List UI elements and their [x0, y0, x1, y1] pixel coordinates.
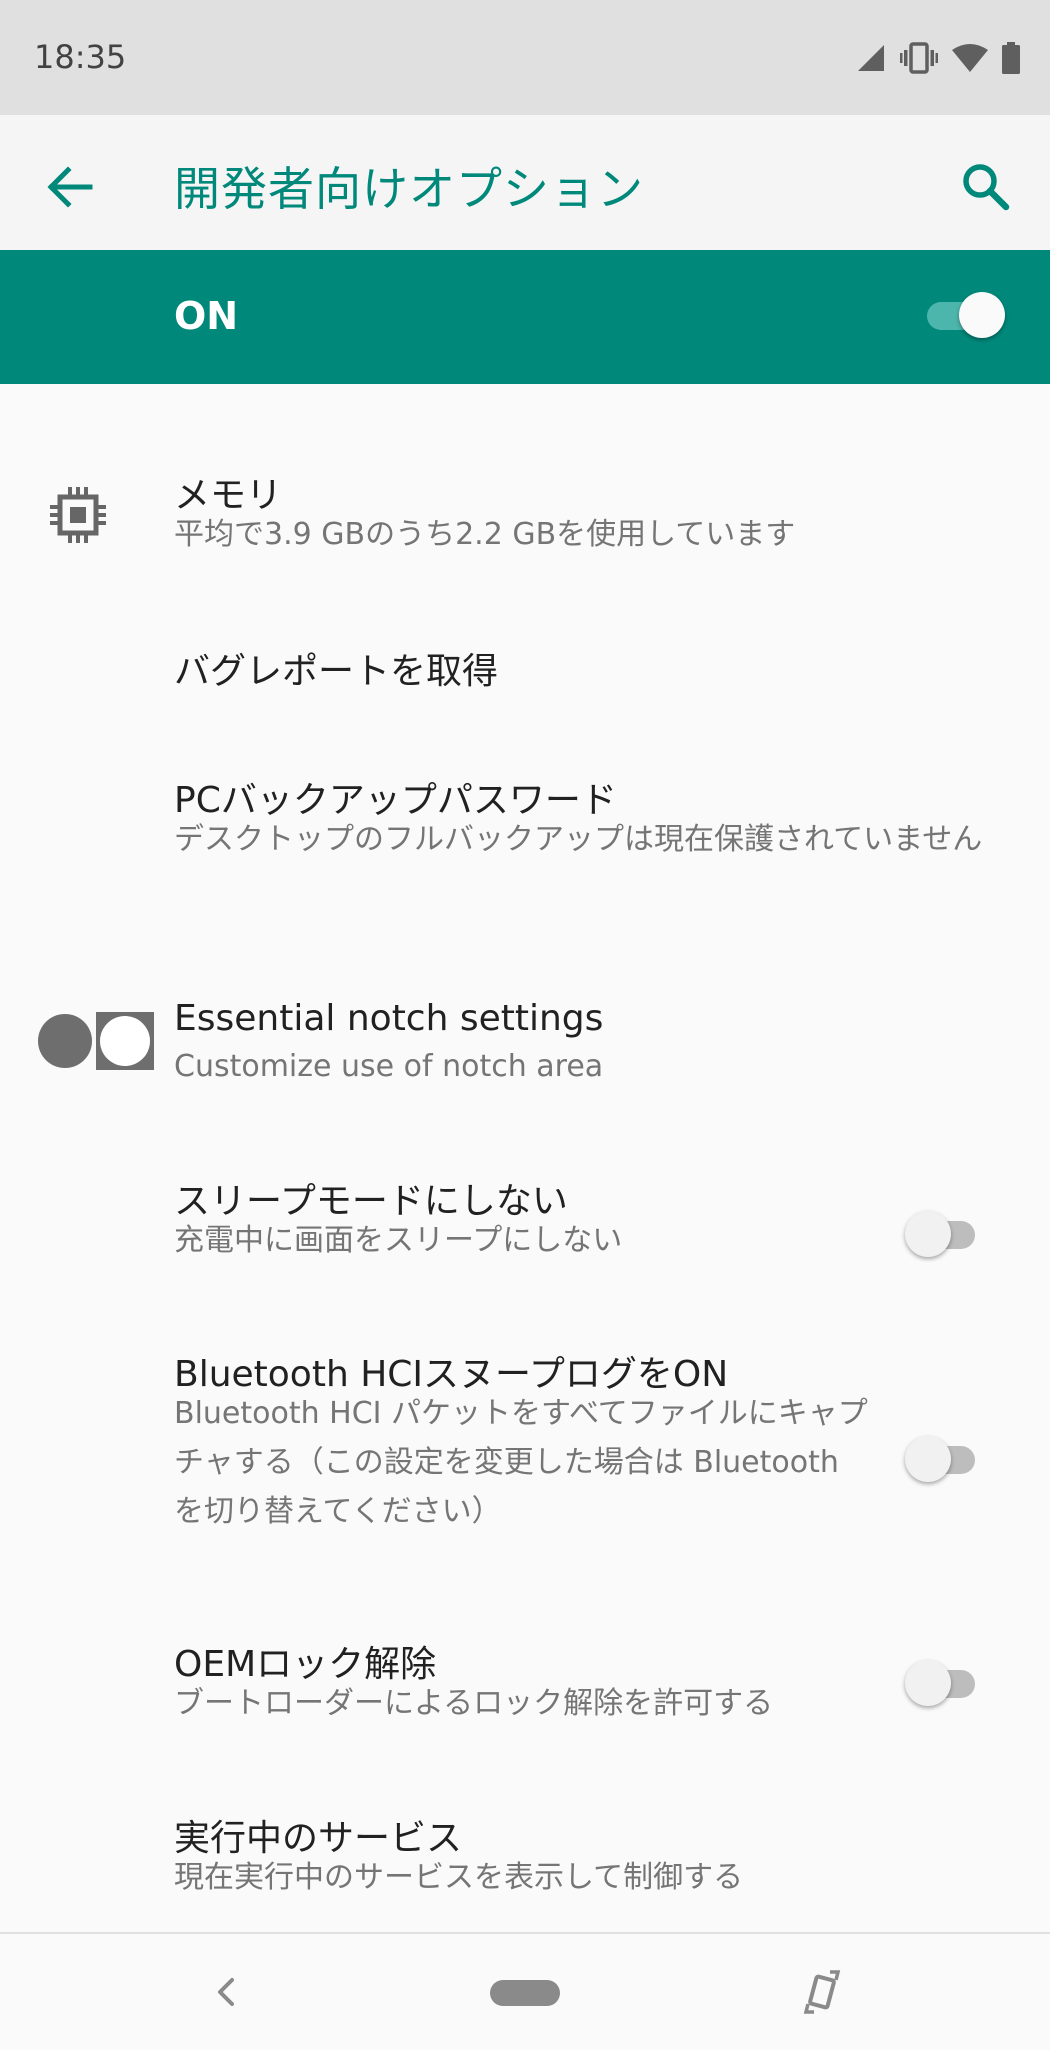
navigation-bar: [0, 1932, 1050, 2050]
vibrate-icon: [900, 42, 938, 74]
cell-signal-icon: [858, 45, 884, 71]
oem-unlock-item[interactable]: OEMロック解除 ブートローダーによるロック解除を許可する: [0, 1535, 1050, 1721]
battery-icon: [1002, 42, 1020, 74]
item-summary: 現在実行中のサービスを表示して制御する: [174, 1860, 744, 1895]
search-button[interactable]: [954, 155, 1018, 219]
item-summary: 平均で3.9 GBのうち2.2 GBを使用しています: [174, 517, 796, 552]
notch-icon: [38, 1012, 154, 1070]
master-switch-label: ON: [174, 294, 239, 338]
search-icon: [963, 164, 1010, 211]
master-switch-toggle[interactable]: [925, 288, 1005, 344]
item-summary: デスクトップのフルバックアップは現在保護されていません: [174, 822, 983, 857]
switch-thumb: [905, 1436, 951, 1482]
nav-back-icon: [218, 1978, 234, 2006]
running-services-item[interactable]: 実行中のサービス 現在実行中のサービスを表示して制御する: [0, 1709, 1050, 1895]
rotate-screen-icon: [803, 1970, 841, 2014]
page-title: 開発者向けオプション: [174, 162, 644, 216]
back-button[interactable]: [38, 155, 102, 219]
nav-home-pill-icon[interactable]: [490, 1980, 560, 2006]
status-icons: [856, 40, 1020, 76]
status-bar: 18:35: [0, 0, 1050, 115]
status-time: 18:35: [34, 38, 127, 76]
item-title: Essential notch settings: [174, 998, 604, 1039]
arrow-back-icon: [47, 166, 93, 208]
memory-chip-icon: [50, 487, 106, 543]
master-switch-thumb: [959, 292, 1005, 338]
item-summary: Bluetooth HCI パケットをすべてファイルにキャプチャする（この設定を…: [174, 1396, 868, 1529]
wifi-icon: [952, 44, 988, 72]
item-title: バグレポートを取得: [174, 651, 499, 692]
bug-report-item[interactable]: バグレポートを取得: [0, 562, 1050, 692]
master-switch-bar[interactable]: ON: [0, 250, 1050, 384]
nav-back-button[interactable]: [208, 1972, 244, 2012]
oem-unlock-switch[interactable]: [905, 1656, 985, 1712]
memory-item[interactable]: メモリ 平均で3.9 GBのうち2.2 GBを使用しています: [0, 384, 1050, 562]
app-bar: 開発者向けオプション: [0, 115, 1050, 250]
notch-settings-item[interactable]: Essential notch settings Customize use o…: [0, 890, 1050, 1084]
rotate-screen-button[interactable]: [800, 1968, 844, 2016]
backup-password-item[interactable]: PCバックアップパスワード デスクトップのフルバックアップは現在保護されていませ…: [0, 690, 1050, 890]
stay-awake-item[interactable]: スリープモードにしない 充電中に画面をスリープにしない: [0, 1070, 1050, 1258]
bluetooth-hci-item[interactable]: Bluetooth HCIスヌープログをON Bluetooth HCI パケッ…: [0, 1245, 1050, 1535]
switch-thumb: [905, 1660, 951, 1706]
bluetooth-hci-switch[interactable]: [905, 1432, 985, 1488]
